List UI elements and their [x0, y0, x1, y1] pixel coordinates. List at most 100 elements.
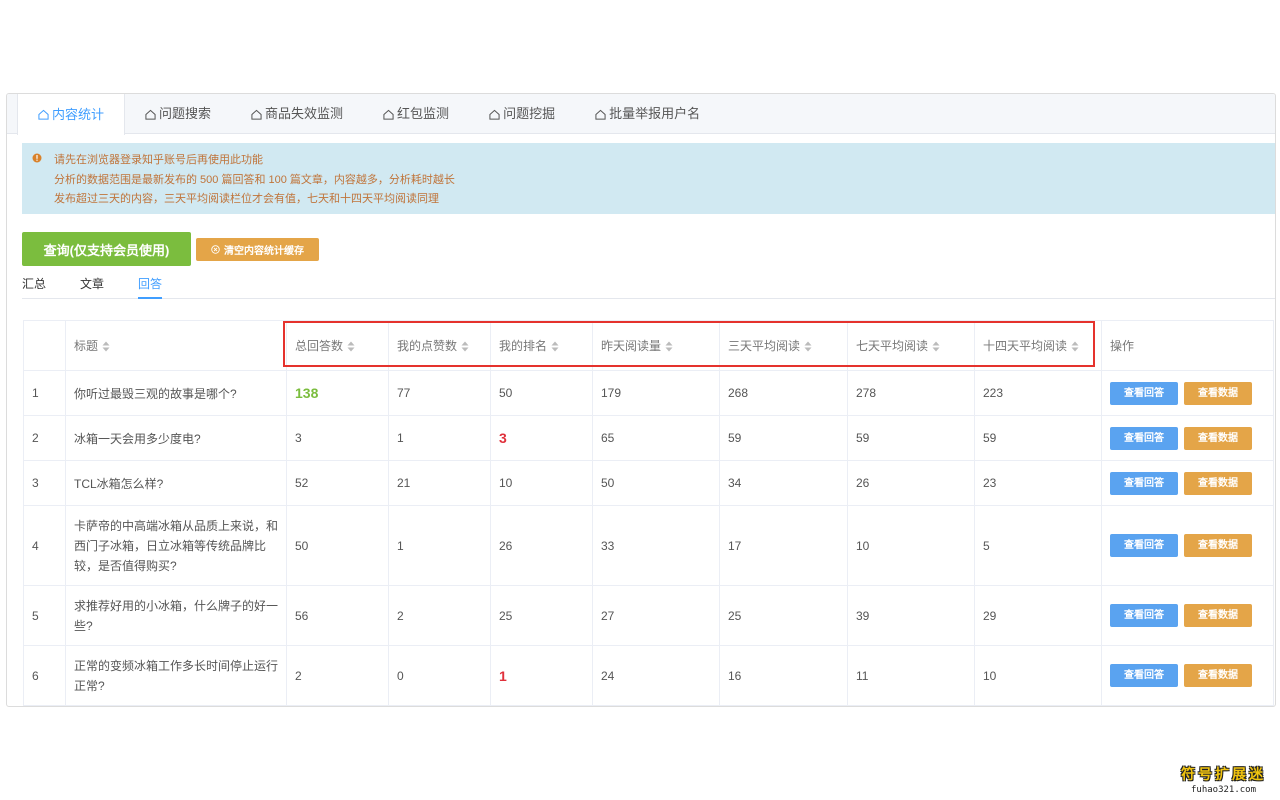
tab-label: 批量举报用户名: [609, 106, 701, 121]
cell-total: 56: [286, 585, 389, 646]
clear-cache-button[interactable]: 清空内容统计缓存: [196, 238, 319, 261]
cell-rank: 10: [490, 460, 593, 506]
cell-avg3: 17: [719, 505, 848, 586]
cell-index: 4: [23, 505, 66, 586]
view-answer-button[interactable]: 查看回答: [1110, 426, 1178, 450]
tab-content-stats[interactable]: 内容统计: [17, 94, 126, 135]
cell-likes: 21: [388, 460, 491, 506]
view-data-button[interactable]: 查看数据: [1184, 381, 1252, 405]
header-avg14-reads[interactable]: 十四天平均阅读: [974, 320, 1102, 371]
cell-avg14: 5: [974, 505, 1102, 586]
watermark-en: fuhao321.com: [1190, 785, 1257, 795]
view-data-button[interactable]: 查看数据: [1184, 471, 1252, 495]
sort-icon: [102, 341, 110, 352]
sub-tab-bar: 汇总 文章 回答: [22, 271, 1275, 299]
tab-question-mining[interactable]: 问题挖掘: [469, 94, 575, 134]
cell-yesterday: 179: [592, 370, 720, 416]
cell-avg14: 10: [974, 645, 1102, 706]
tab-bar: 内容统计 问题搜索 商品失效监测 红包监测 问题挖掘 批量举报用户名: [7, 94, 1275, 135]
header-label: 我的点赞数: [397, 339, 458, 353]
view-data-button[interactable]: 查看数据: [1184, 604, 1252, 627]
cell-avg3: 25: [719, 585, 848, 646]
view-answer-button[interactable]: 查看回答: [1110, 381, 1178, 405]
header-label: 三天平均阅读: [728, 339, 801, 353]
sort-icon: [347, 341, 355, 352]
cell-yesterday: 33: [592, 505, 720, 586]
view-answer-button[interactable]: 查看回答: [1110, 534, 1178, 557]
tab-label: 问题挖掘: [503, 106, 556, 121]
header-title[interactable]: 标题: [65, 320, 287, 371]
home-icon: [145, 109, 156, 120]
header-yesterday-reads[interactable]: 昨天阅读量: [592, 320, 720, 371]
header-label: 昨天阅读量: [601, 339, 662, 353]
header-avg3-reads[interactable]: 三天平均阅读: [719, 320, 848, 371]
warning-icon: [32, 153, 42, 163]
tab-product-monitor[interactable]: 商品失效监测: [231, 94, 363, 134]
home-icon: [595, 109, 606, 120]
answers-table: 标题 总回答数 我的点赞数 我的排名 昨天阅读量 三天平均阅读 七天平均阅读 十…: [23, 320, 1274, 706]
tab-question-search[interactable]: 问题搜索: [125, 94, 231, 134]
cell-title: 冰箱一天会用多少度电?: [65, 415, 287, 461]
sort-icon: [665, 341, 673, 352]
table-row: 6 正常的变频冰箱工作多长时间停止运行正常? 2 0 1 24 16 11 10…: [23, 645, 1274, 706]
cell-avg3: 59: [719, 415, 848, 461]
cell-actions: 查看回答 查看数据: [1101, 585, 1274, 646]
cell-rank: 50: [490, 370, 593, 416]
cell-index: 6: [23, 645, 66, 706]
cell-avg7: 278: [847, 370, 975, 416]
subtab-answers[interactable]: 回答: [138, 275, 163, 299]
home-icon: [38, 109, 49, 120]
cell-actions: 查看回答 查看数据: [1101, 460, 1274, 506]
view-data-button[interactable]: 查看数据: [1184, 426, 1252, 450]
watermark-cn: 符号扩展迷: [1181, 767, 1266, 783]
cell-avg3: 268: [719, 370, 848, 416]
cell-yesterday: 65: [592, 415, 720, 461]
cell-title: 求推荐好用的小冰箱，什么牌子的好一些?: [65, 585, 287, 646]
sort-icon: [1071, 341, 1079, 352]
view-data-button[interactable]: 查看数据: [1184, 534, 1252, 557]
sort-icon: [804, 341, 812, 352]
cell-avg3: 34: [719, 460, 848, 506]
tab-label: 问题搜索: [159, 106, 212, 121]
header-actions: 操作: [1101, 320, 1274, 371]
view-answer-button[interactable]: 查看回答: [1110, 471, 1178, 495]
view-answer-button[interactable]: 查看回答: [1110, 604, 1178, 627]
query-button[interactable]: 查询(仅支持会员使用): [22, 232, 191, 266]
cell-avg7: 59: [847, 415, 975, 461]
header-my-likes[interactable]: 我的点赞数: [388, 320, 491, 371]
cell-actions: 查看回答 查看数据: [1101, 645, 1274, 706]
header-total-answers[interactable]: 总回答数: [286, 320, 389, 371]
alert-line: 分析的数据范围是最新发布的 500 篇回答和 100 篇文章，内容越多，分析耗时…: [54, 173, 455, 186]
home-icon: [251, 109, 262, 120]
table-row: 2 冰箱一天会用多少度电? 3 1 3 65 59 59 59 查看回答 查看数据: [23, 415, 1274, 461]
table-row: 3 TCL冰箱怎么样? 52 21 10 50 34 26 23 查看回答 查看数…: [23, 460, 1274, 506]
cell-total: 2: [286, 645, 389, 706]
cell-actions: 查看回答 查看数据: [1101, 370, 1274, 416]
tab-batch-report[interactable]: 批量举报用户名: [575, 94, 720, 134]
cell-total: 50: [286, 505, 389, 586]
home-icon: [489, 109, 500, 120]
table-row: 5 求推荐好用的小冰箱，什么牌子的好一些? 56 2 25 27 25 39 2…: [23, 585, 1274, 646]
cell-avg3: 16: [719, 645, 848, 706]
view-answer-button[interactable]: 查看回答: [1110, 664, 1178, 687]
cell-likes: 1: [388, 505, 491, 586]
cell-avg14: 223: [974, 370, 1102, 416]
tab-redpacket-monitor[interactable]: 红包监测: [363, 94, 469, 134]
header-my-rank[interactable]: 我的排名: [490, 320, 593, 371]
watermark: 符号扩展迷 fuhao321.com: [1181, 764, 1266, 795]
view-data-button[interactable]: 查看数据: [1184, 664, 1252, 687]
cell-likes: 1: [388, 415, 491, 461]
tab-label: 内容统计: [52, 106, 105, 122]
cell-rank: 26: [490, 505, 593, 586]
header-index: [23, 320, 66, 371]
cell-index: 2: [23, 415, 66, 461]
sort-icon: [461, 341, 469, 352]
subtab-articles[interactable]: 文章: [80, 275, 104, 299]
table-header-row: 标题 总回答数 我的点赞数 我的排名 昨天阅读量 三天平均阅读 七天平均阅读 十…: [23, 320, 1274, 371]
cell-likes: 2: [388, 585, 491, 646]
header-avg7-reads[interactable]: 七天平均阅读: [847, 320, 975, 371]
cell-avg14: 59: [974, 415, 1102, 461]
subtab-summary[interactable]: 汇总: [22, 275, 46, 299]
cell-rank: 25: [490, 585, 593, 646]
table-row: 1 你听过最毁三观的故事是哪个? 138 77 50 179 268 278 2…: [23, 370, 1274, 416]
